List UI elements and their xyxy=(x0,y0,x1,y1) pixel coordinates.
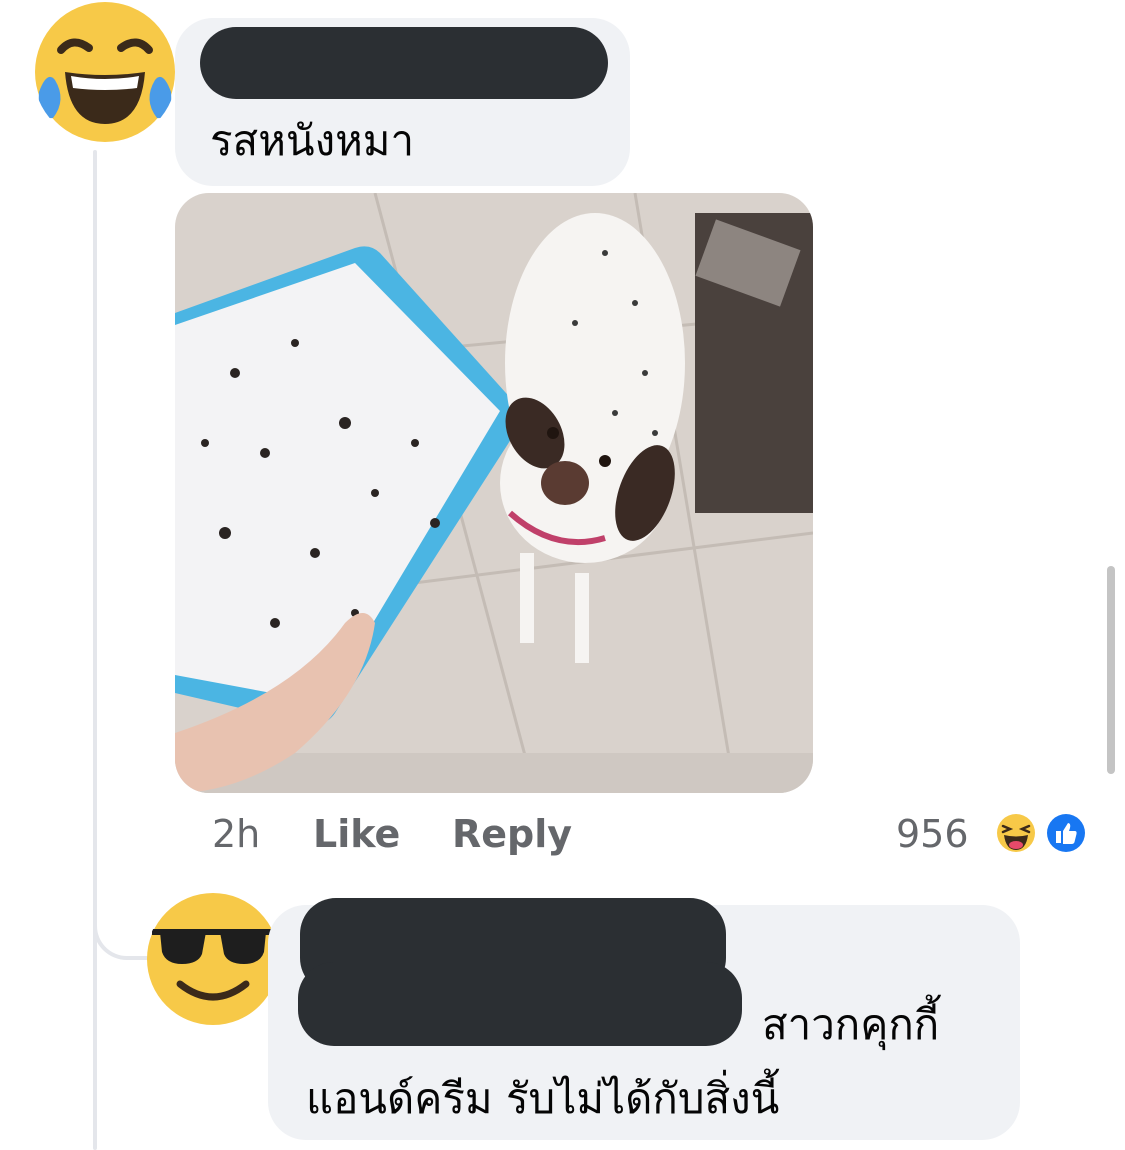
haha-reaction-icon[interactable] xyxy=(993,810,1039,856)
laughing-tears-emoji-avatar-icon[interactable] xyxy=(33,0,177,144)
redacted-mention xyxy=(298,962,742,1046)
reply-text-line-2: แอนด์ครีม รับไม่ได้กับสิ่งนี้ xyxy=(306,1074,780,1123)
thread-line xyxy=(93,150,97,1150)
scrollbar[interactable] xyxy=(1107,566,1115,774)
like-reaction-icon[interactable] xyxy=(1043,810,1089,856)
sunglasses-emoji-avatar-icon[interactable] xyxy=(146,892,280,1026)
reply-button[interactable]: Reply xyxy=(452,812,572,856)
redacted-username xyxy=(200,27,608,99)
comment-timestamp: 2h xyxy=(212,812,261,856)
like-button[interactable]: Like xyxy=(313,812,400,856)
comment-photo-attachment[interactable] xyxy=(175,193,813,793)
comment-text: รสหนังหมา xyxy=(210,116,415,165)
reaction-count[interactable]: 956 xyxy=(896,812,969,856)
reply-text-line-1: สาวกคุกกี้ xyxy=(762,1000,940,1049)
